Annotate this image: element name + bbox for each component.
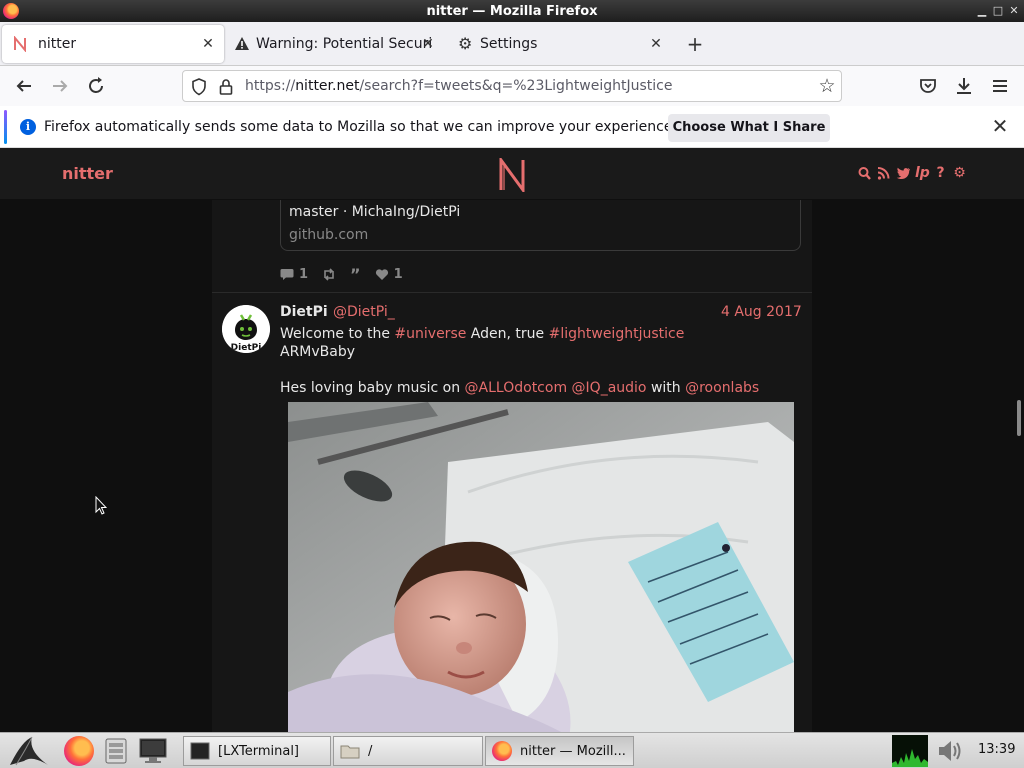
screen: nitter — Mozilla Firefox ▁ □ ✕ nitter ✕ …	[0, 0, 1024, 768]
taskbar-app-label: [LXTerminal]	[218, 743, 300, 759]
tweet-line-2: ARMvBaby	[280, 344, 356, 360]
close-notification-icon[interactable]: ✕	[990, 116, 1010, 136]
mention-link[interactable]: @roonlabs	[685, 380, 759, 396]
firefox-icon	[492, 741, 512, 761]
taskbar-app-firefox[interactable]: nitter — Mozill...	[485, 736, 634, 766]
close-tab-icon[interactable]: ✕	[200, 36, 216, 52]
hashtag-link[interactable]: #lightweightjustice	[549, 326, 685, 342]
avatar[interactable]: DietPi	[222, 305, 270, 353]
twitter-bird-icon[interactable]	[896, 166, 910, 181]
firefox-launcher-icon[interactable]	[64, 736, 94, 766]
bookmark-star-icon[interactable]: ☆	[817, 76, 837, 96]
forward-button[interactable]	[48, 74, 72, 98]
link-card[interactable]: master · MichaIng/DietPi github.com	[280, 200, 801, 251]
info-icon: i	[20, 119, 36, 135]
mention-link[interactable]: @IQ_audio	[572, 380, 647, 396]
volume-speaker-icon[interactable]	[936, 738, 964, 764]
notification-message: Firefox automatically sends some data to…	[44, 119, 677, 135]
desktop-launcher-icon[interactable]	[138, 737, 168, 765]
tab-label: Warning: Potential Securi	[256, 36, 433, 52]
taskbar-app-file-manager[interactable]: /	[333, 736, 483, 766]
shield-icon[interactable]	[191, 78, 207, 96]
rss-icon[interactable]	[877, 166, 890, 181]
tweet-username[interactable]: @DietPi_	[333, 304, 395, 320]
baby-photo	[288, 402, 794, 732]
reload-button[interactable]	[84, 74, 108, 98]
nitter-navbar: nitter lp ? ⚙	[0, 148, 1024, 200]
tweet-fullname[interactable]: DietPi	[280, 304, 328, 320]
comment-icon	[280, 268, 294, 281]
maximize-icon[interactable]: □	[990, 3, 1006, 19]
search-timeline: master · MichaIng/DietPi github.com 1 ”	[212, 200, 812, 732]
card-domain: github.com	[289, 227, 369, 243]
tab-label: nitter	[38, 36, 77, 52]
tweet-content: Welcome to the #universe Aden, true #lig…	[280, 325, 804, 397]
nitter-logo-icon[interactable]	[497, 155, 527, 195]
replies-count: 1	[299, 267, 309, 282]
search-icon[interactable]	[858, 166, 871, 181]
tab-strip: nitter ✕ Warning: Potential Securi ✕ ⚙ S…	[0, 22, 1024, 66]
close-tab-icon[interactable]: ✕	[420, 36, 436, 52]
quote-icon: ”	[350, 265, 361, 284]
page-scrollbar-thumb[interactable]	[1017, 400, 1021, 436]
retweet-icon	[322, 265, 336, 284]
replies-stat: 1	[280, 265, 308, 284]
taskbar-app-terminal[interactable]: [LXTerminal]	[183, 736, 331, 766]
hashtag-link[interactable]: #universe	[394, 326, 466, 342]
mouse-cursor-icon	[95, 495, 108, 516]
settings-gear-icon[interactable]: ⚙	[953, 166, 966, 181]
notification-accent-bar	[4, 110, 7, 144]
tab-settings[interactable]: ⚙ Settings ✕	[450, 25, 672, 63]
tab-label: Settings	[480, 36, 538, 52]
heart-icon	[375, 268, 389, 281]
nitter-nav-icons: lp ? ⚙	[858, 166, 966, 181]
tab-nitter[interactable]: nitter ✕	[2, 25, 224, 63]
nitter-brand-link[interactable]: nitter	[62, 164, 113, 183]
start-menu-icon[interactable]	[8, 735, 52, 767]
back-button[interactable]	[12, 74, 36, 98]
nitter-n-icon	[12, 35, 28, 53]
downloads-icon[interactable]	[952, 74, 976, 98]
avatar-logo-text: DietPi	[231, 343, 262, 353]
close-window-icon[interactable]: ✕	[1006, 3, 1022, 19]
close-tab-icon[interactable]: ✕	[648, 36, 664, 52]
liberapay-icon[interactable]: lp	[915, 166, 930, 181]
minimize-icon[interactable]: ▁	[974, 3, 990, 19]
tweet-stats: 1 ” 1	[280, 265, 403, 284]
warning-icon	[234, 36, 250, 52]
likes-count: 1	[393, 267, 403, 282]
help-question-icon[interactable]: ?	[934, 166, 947, 181]
gear-icon: ⚙	[458, 34, 473, 53]
taskbar: [LXTerminal] / nitter — Mozill... 13:39	[0, 732, 1024, 768]
firefox-logo-icon	[3, 3, 19, 19]
folder-icon	[340, 742, 360, 760]
tweet-image[interactable]	[288, 402, 794, 732]
file-manager-launcher-icon[interactable]	[104, 737, 128, 765]
taskbar-app-label: nitter — Mozill...	[520, 743, 626, 759]
tab-warning[interactable]: Warning: Potential Securi ✕	[226, 25, 444, 63]
timeline-item[interactable]: DietPi DietPi @DietPi_ 4 Aug 2017 Welcom…	[212, 293, 812, 732]
telemetry-notification-bar: i Firefox automatically sends some data …	[0, 106, 1024, 148]
pocket-icon[interactable]	[916, 74, 940, 98]
lock-icon[interactable]	[219, 78, 233, 96]
card-description: master · MichaIng/DietPi	[289, 204, 461, 220]
likes-stat: 1	[375, 265, 403, 284]
terminal-icon	[190, 742, 210, 760]
window-title: nitter — Mozilla Firefox	[426, 3, 598, 19]
new-tab-button[interactable]: +	[684, 33, 706, 55]
menu-hamburger-icon[interactable]	[988, 74, 1012, 98]
taskbar-app-label: /	[368, 743, 373, 759]
url-text[interactable]: https://nitter.net/search?f=tweets&q=%23…	[245, 78, 673, 94]
window-titlebar: nitter — Mozilla Firefox ▁ □ ✕	[0, 0, 1024, 22]
cpu-monitor-graph	[892, 735, 928, 767]
nitter-page-body: master · MichaIng/DietPi github.com 1 ”	[0, 200, 1024, 732]
mention-link[interactable]: @ALLOdotcom	[465, 380, 568, 396]
taskbar-clock: 13:39	[978, 742, 1016, 757]
tweet-date[interactable]: 4 Aug 2017	[721, 304, 802, 320]
url-bar[interactable]: https://nitter.net/search?f=tweets&q=%23…	[182, 70, 842, 102]
choose-what-i-share-button[interactable]: Choose What I Share	[668, 114, 830, 142]
navigation-bar: https://nitter.net/search?f=tweets&q=%23…	[0, 66, 1024, 106]
tweet-line-1: Welcome to the #universe Aden, true #lig…	[280, 326, 685, 342]
tweet-line-3: Hes loving baby music on @ALLOdotcom @IQ…	[280, 380, 760, 396]
